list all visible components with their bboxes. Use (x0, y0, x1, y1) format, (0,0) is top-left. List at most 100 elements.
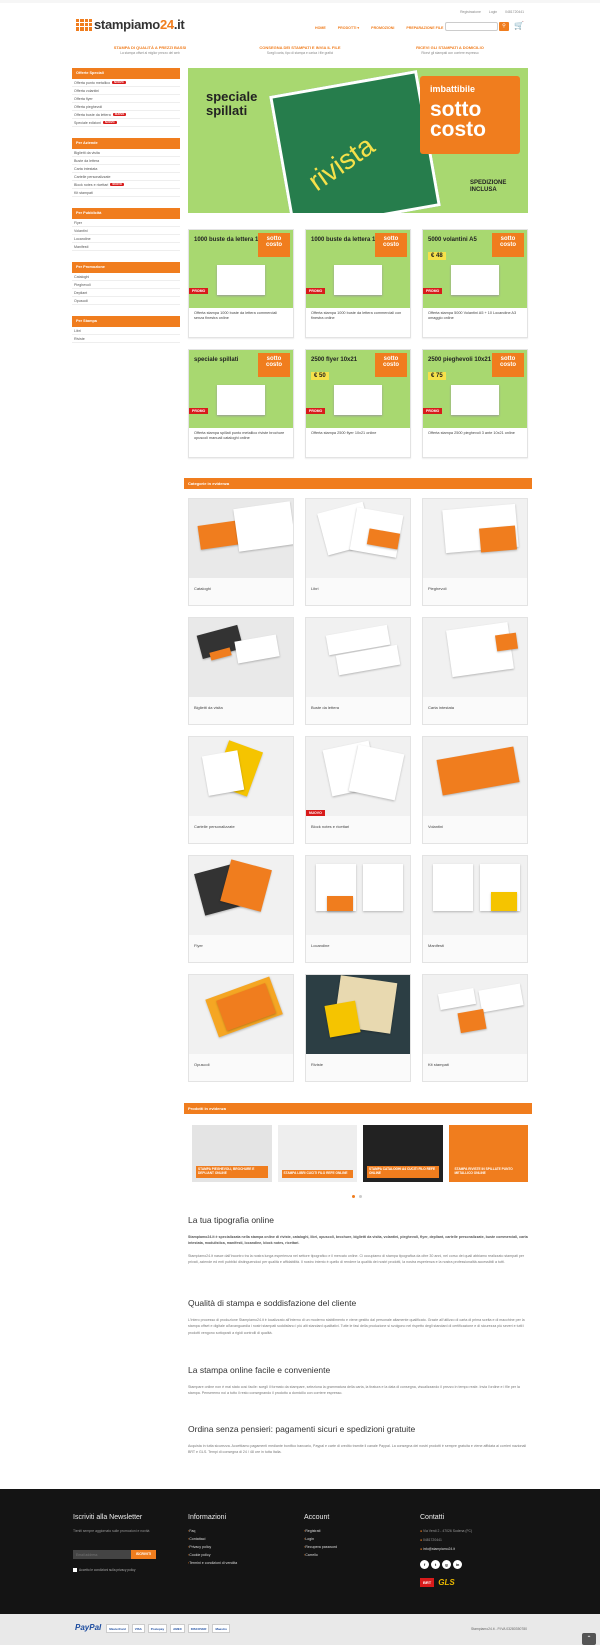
sidebar-item[interactable]: Flyer (72, 219, 180, 227)
sidebar-item[interactable]: Depliant (72, 289, 180, 297)
footer-link[interactable]: Login (304, 1537, 337, 1541)
offer-card[interactable]: 2500 pieghevoli 10x21 sotto costo € 75 PROMO… (422, 349, 528, 458)
offer-card[interactable]: 2500 flyer 10x21 sotto costo € 50 PROMO Offer… (305, 349, 411, 458)
footer-link[interactable]: Privacy policy (188, 1545, 237, 1549)
sidebar-item[interactable]: Carta intestata (72, 165, 180, 173)
sidebar-item[interactable]: Opuscoli (72, 297, 180, 305)
sidebar-item[interactable]: Libri (72, 327, 180, 335)
footer-link[interactable]: Carrello (304, 1553, 337, 1557)
sidebar-item-label: Cartelle personalizzate (74, 174, 111, 179)
linkedin-icon[interactable]: in (453, 1560, 462, 1569)
category-card[interactable]: NUOVO Block notes e ricettari (305, 736, 411, 844)
nav-preparazione[interactable]: PREPARAZIONE FILE (406, 26, 443, 30)
category-card[interactable]: Buste da lettera (305, 617, 411, 725)
footer-link[interactable]: Recupera password (304, 1545, 337, 1549)
twitter-icon[interactable]: t (431, 1560, 440, 1569)
footer-link[interactable]: Registrati (304, 1529, 337, 1533)
newsletter-subscribe-button[interactable]: ISCRIVITI (131, 1550, 156, 1559)
offer-card[interactable]: speciale spillati sotto costo PROMO Offerta … (188, 349, 294, 458)
sidebar-item[interactable]: Buste da lettera (72, 157, 180, 165)
sidebar-item[interactable]: Locandine (72, 235, 180, 243)
hero-banner[interactable]: rivista speciale spillati imbattibile sott… (188, 68, 528, 213)
category-card[interactable]: Volantini (422, 736, 528, 844)
sidebar-item[interactable]: Volantini (72, 227, 180, 235)
offer-badge-line: costo (382, 362, 399, 368)
email-link[interactable]: ● info@stampiamo24.it (420, 1547, 472, 1551)
nav-prodotti[interactable]: PRODOTTI ▾ (338, 26, 359, 30)
nav-home[interactable]: HOME (315, 26, 326, 30)
phone-text[interactable]: ● 0481720441 (420, 1538, 472, 1542)
category-card[interactable]: Manifesti (422, 855, 528, 963)
new-badge: NUOVO (112, 81, 126, 84)
footer-link[interactable]: Cookie policy (188, 1553, 237, 1557)
search-input[interactable] (445, 22, 498, 31)
product-shape (490, 891, 517, 912)
sidebar-item[interactable]: Cataloghi (72, 273, 180, 281)
cart-icon[interactable]: 🛒 (514, 21, 524, 31)
login-link[interactable]: Login (489, 10, 497, 14)
category-image (423, 499, 527, 578)
nav-promozioni[interactable]: PROMOZIONI (371, 26, 394, 30)
sidebar-item[interactable]: Offerta buste da lettera NUOVO (72, 111, 180, 119)
sidebar-item[interactable]: Offerta pieghevoli (72, 103, 180, 111)
sidebar-item[interactable]: Offerta volantini (72, 87, 180, 95)
product-mockup (451, 385, 499, 415)
category-card[interactable]: Cartelle personalizzate (188, 736, 294, 844)
sidebar-item[interactable]: Cartelle personalizzate (72, 173, 180, 181)
sidebar-item[interactable]: Offerta punto metallico NUOVO (72, 79, 180, 87)
offer-card[interactable]: 5000 volantini A5 sotto costo € 48 PROMO Offe… (422, 229, 528, 338)
sidebar-item-label: Kit stampati (74, 190, 93, 195)
sidebar-item[interactable]: Biglietti da visita (72, 149, 180, 157)
sidebar-item[interactable]: Manifesti (72, 243, 180, 251)
offer-card[interactable]: 1000 buste da lettera 11x23 sotto costo PRO… (188, 229, 294, 338)
category-card[interactable]: Opuscoli (188, 974, 294, 1082)
social-icons: f t g in (420, 1560, 462, 1569)
category-card[interactable]: Carta intestata (422, 617, 528, 725)
sidebar-item[interactable]: Block notes e ricettari NUOVO (72, 181, 180, 189)
newsletter-email-input[interactable] (73, 1550, 131, 1559)
sidebar-item-label: Block notes e ricettari (74, 182, 109, 187)
sidebar-item[interactable]: Riviste (72, 335, 180, 343)
footer-link[interactable]: Termini e condizioni di vendita (188, 1561, 237, 1565)
category-card[interactable]: Riviste (305, 974, 411, 1082)
sidebar-section: Per Pubblicità Flyer Volantini Locandine Man… (72, 208, 180, 251)
sidebar-item[interactable]: Offerta flyer (72, 95, 180, 103)
sidebar-item[interactable]: Pieghevoli (72, 281, 180, 289)
sidebar-item-label: Biglietti da visita (74, 150, 100, 155)
search-button[interactable]: ⚲ (499, 22, 509, 31)
sidebar: Offerte Speciali Offerta punto metallico N… (72, 68, 180, 354)
category-card[interactable]: Pieghevoli (422, 498, 528, 606)
featured-item[interactable]: STAMPA CATALOGHI A4 CUCITI FILO REFE ONL… (363, 1125, 443, 1182)
footer-link[interactable]: Contattaci (188, 1537, 237, 1541)
carousel-dot[interactable] (359, 1195, 362, 1198)
featured-item[interactable]: STAMPA PIEGHEVOLI, BROCHURE E DEPLIANT O… (192, 1125, 272, 1182)
facebook-icon[interactable]: f (420, 1560, 429, 1569)
featured-label: STAMPA CATALOGHI A4 CUCITI FILO REFE ONL… (367, 1166, 439, 1178)
category-card[interactable]: Cataloghi (188, 498, 294, 606)
sidebar-item-label: Offerta punto metallico (74, 80, 111, 85)
sidebar-item[interactable]: Kit stampati (72, 189, 180, 197)
content-block-2: Qualità di stampa e soddisfazione del cl… (188, 1298, 525, 1335)
footer-link[interactable]: Faq (188, 1529, 237, 1533)
featured-item[interactable]: STAMPA LIBRI CUCITI FILO REFE ONLINE (277, 1125, 357, 1182)
phone-link[interactable]: 0481720441 (505, 10, 524, 14)
hero-shipping: SPEDIZIONE INCLUSA (470, 180, 507, 193)
category-card[interactable]: Libri (305, 498, 411, 606)
site-logo[interactable]: stampiamo24.it (76, 17, 185, 32)
featured-item[interactable]: STAMPA RIVISTE IN SPILLATE PUNTO METALLI… (448, 1125, 528, 1182)
category-card[interactable]: Kit stampati (422, 974, 528, 1082)
register-link[interactable]: Registrazione (460, 10, 481, 14)
privacy-checkbox[interactable]: Accetto le condizioni sulla privacy poli… (73, 1568, 136, 1572)
category-card[interactable]: Flyer (188, 855, 294, 963)
sidebar-item-label: Offerta pieghevoli (74, 104, 103, 109)
category-card[interactable]: Biglietti da visita (188, 617, 294, 725)
google-icon[interactable]: g (442, 1560, 451, 1569)
product-mockup (217, 385, 265, 415)
offer-card[interactable]: 1000 buste da lettera 11x23 sotto costo PRO… (305, 229, 411, 338)
sidebar-item[interactable]: Speciale edizioni NUOVO (72, 119, 180, 127)
paypal-logo: PayPal (75, 1623, 102, 1632)
carousel-dot[interactable] (352, 1195, 355, 1198)
category-card[interactable]: Locandine (305, 855, 411, 963)
back-to-top-button[interactable]: ⌃ (582, 1633, 596, 1645)
sidebar-item-label: Pieghevoli (74, 282, 91, 287)
